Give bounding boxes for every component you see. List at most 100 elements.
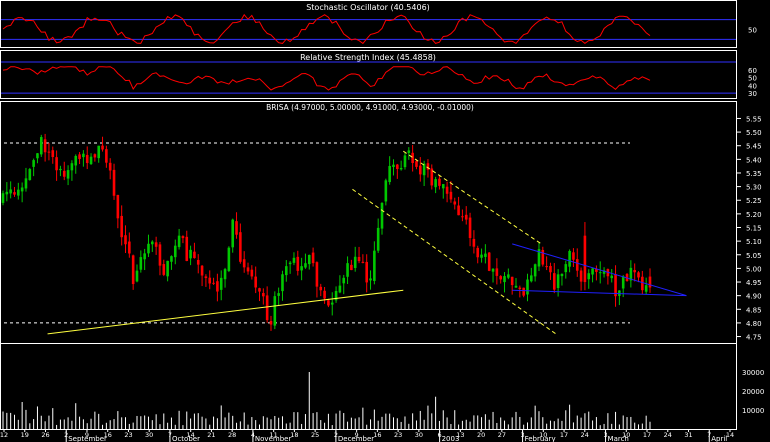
candle-body xyxy=(177,235,181,248)
candle-body xyxy=(262,293,265,297)
candle-body xyxy=(28,169,32,181)
price-tick-label: 5.05 xyxy=(746,252,762,260)
price-tick-label: 4.95 xyxy=(746,279,762,287)
candle-body xyxy=(116,194,120,219)
candle-body xyxy=(311,252,315,264)
candle-body xyxy=(579,270,583,282)
candle-body xyxy=(212,282,215,284)
candle-body xyxy=(24,178,28,189)
candle-body xyxy=(514,285,518,288)
candle-body xyxy=(533,264,537,277)
candle-body xyxy=(641,276,644,291)
month-label: November xyxy=(255,435,292,442)
candle-body xyxy=(357,256,361,262)
candle-body xyxy=(342,277,346,284)
candle-body xyxy=(131,255,135,285)
stock-chart: Stochastic Oscillator (40.5406) Relative… xyxy=(0,0,770,442)
candle-body xyxy=(47,151,51,153)
candle-body xyxy=(350,264,353,271)
candle-body xyxy=(166,260,169,277)
candle-body xyxy=(411,152,414,164)
candle-body xyxy=(5,191,9,195)
candle-body xyxy=(181,236,185,239)
candle-body xyxy=(128,241,131,254)
stochastic-tick-label: 50 xyxy=(748,27,757,35)
candle-body xyxy=(338,285,342,293)
price-tick-label: 5.10 xyxy=(746,238,762,246)
month-label: December xyxy=(338,435,374,442)
candle-body xyxy=(572,252,575,260)
candle-body xyxy=(434,179,437,188)
candle-body xyxy=(97,145,101,159)
day-label: 27 xyxy=(498,431,506,439)
price-tick-label: 5.20 xyxy=(746,211,762,219)
candle-body xyxy=(273,296,277,326)
candle-body xyxy=(461,216,464,218)
candle-body xyxy=(591,268,594,275)
candle-body xyxy=(223,269,227,280)
day-label: 24 xyxy=(581,431,589,439)
price-tick-label: 5.25 xyxy=(746,197,762,205)
month-label: March xyxy=(608,435,629,442)
candle-body xyxy=(101,145,104,150)
price-tick-label: 5.15 xyxy=(746,225,762,233)
candle-body xyxy=(292,257,296,263)
rsi-tick-label: 50 xyxy=(748,75,757,83)
candle-body xyxy=(384,180,388,202)
candle-body xyxy=(20,187,24,192)
price-tick-label: 5.00 xyxy=(746,265,762,273)
day-label: 17 xyxy=(560,431,568,439)
candle-body xyxy=(200,265,204,276)
candle-body xyxy=(250,269,254,277)
candle-body xyxy=(621,276,625,289)
candle-body xyxy=(487,252,491,271)
volume-tick-label: 30000 xyxy=(742,369,764,377)
candle-body xyxy=(560,273,564,277)
candle-body xyxy=(491,268,495,272)
candle-body xyxy=(556,274,560,289)
price-tick-label: 4.90 xyxy=(746,293,762,301)
day-label: 23 xyxy=(394,431,402,439)
candle-body xyxy=(507,274,510,278)
volume-tick-label: 20000 xyxy=(742,388,764,396)
candle-body xyxy=(51,150,55,158)
candle-body xyxy=(246,267,250,272)
candle-body xyxy=(468,217,472,239)
candle-body xyxy=(219,277,223,290)
candle-body xyxy=(59,168,62,171)
candle-body xyxy=(239,232,242,262)
price-tick-label: 4.80 xyxy=(746,320,762,328)
candle-body xyxy=(587,273,591,280)
candle-body xyxy=(376,227,380,251)
price-title: BRISA (4.97000, 5.00000, 4.91000, 4.9300… xyxy=(266,103,474,112)
candle-body xyxy=(323,290,326,299)
candle-body xyxy=(552,273,556,290)
candle-body xyxy=(380,202,384,229)
candle-body xyxy=(124,235,127,245)
day-label: 30 xyxy=(145,431,153,439)
candle-body xyxy=(147,243,150,254)
candle-body xyxy=(82,153,85,158)
month-label: October xyxy=(172,435,200,442)
price-tick-label: 5.40 xyxy=(746,156,762,164)
candle-body xyxy=(327,300,330,306)
candle-body xyxy=(85,154,89,164)
candle-body xyxy=(70,163,74,171)
candle-body xyxy=(330,302,334,305)
candle-body xyxy=(108,162,112,171)
candle-body xyxy=(319,286,323,291)
candle-body xyxy=(93,154,97,158)
day-label: 12 xyxy=(0,431,8,439)
month-label: 2003 xyxy=(442,435,460,442)
candle-body xyxy=(62,170,66,177)
candle-body xyxy=(403,155,407,168)
candle-body xyxy=(189,249,192,259)
price-tick-label: 4.75 xyxy=(746,334,762,342)
day-label: 21 xyxy=(207,431,215,439)
candle-body xyxy=(449,191,453,200)
candle-body xyxy=(464,214,468,220)
candle-body xyxy=(503,276,506,283)
candle-body xyxy=(422,163,426,176)
candle-body xyxy=(17,189,20,196)
month-label: April xyxy=(711,435,727,442)
